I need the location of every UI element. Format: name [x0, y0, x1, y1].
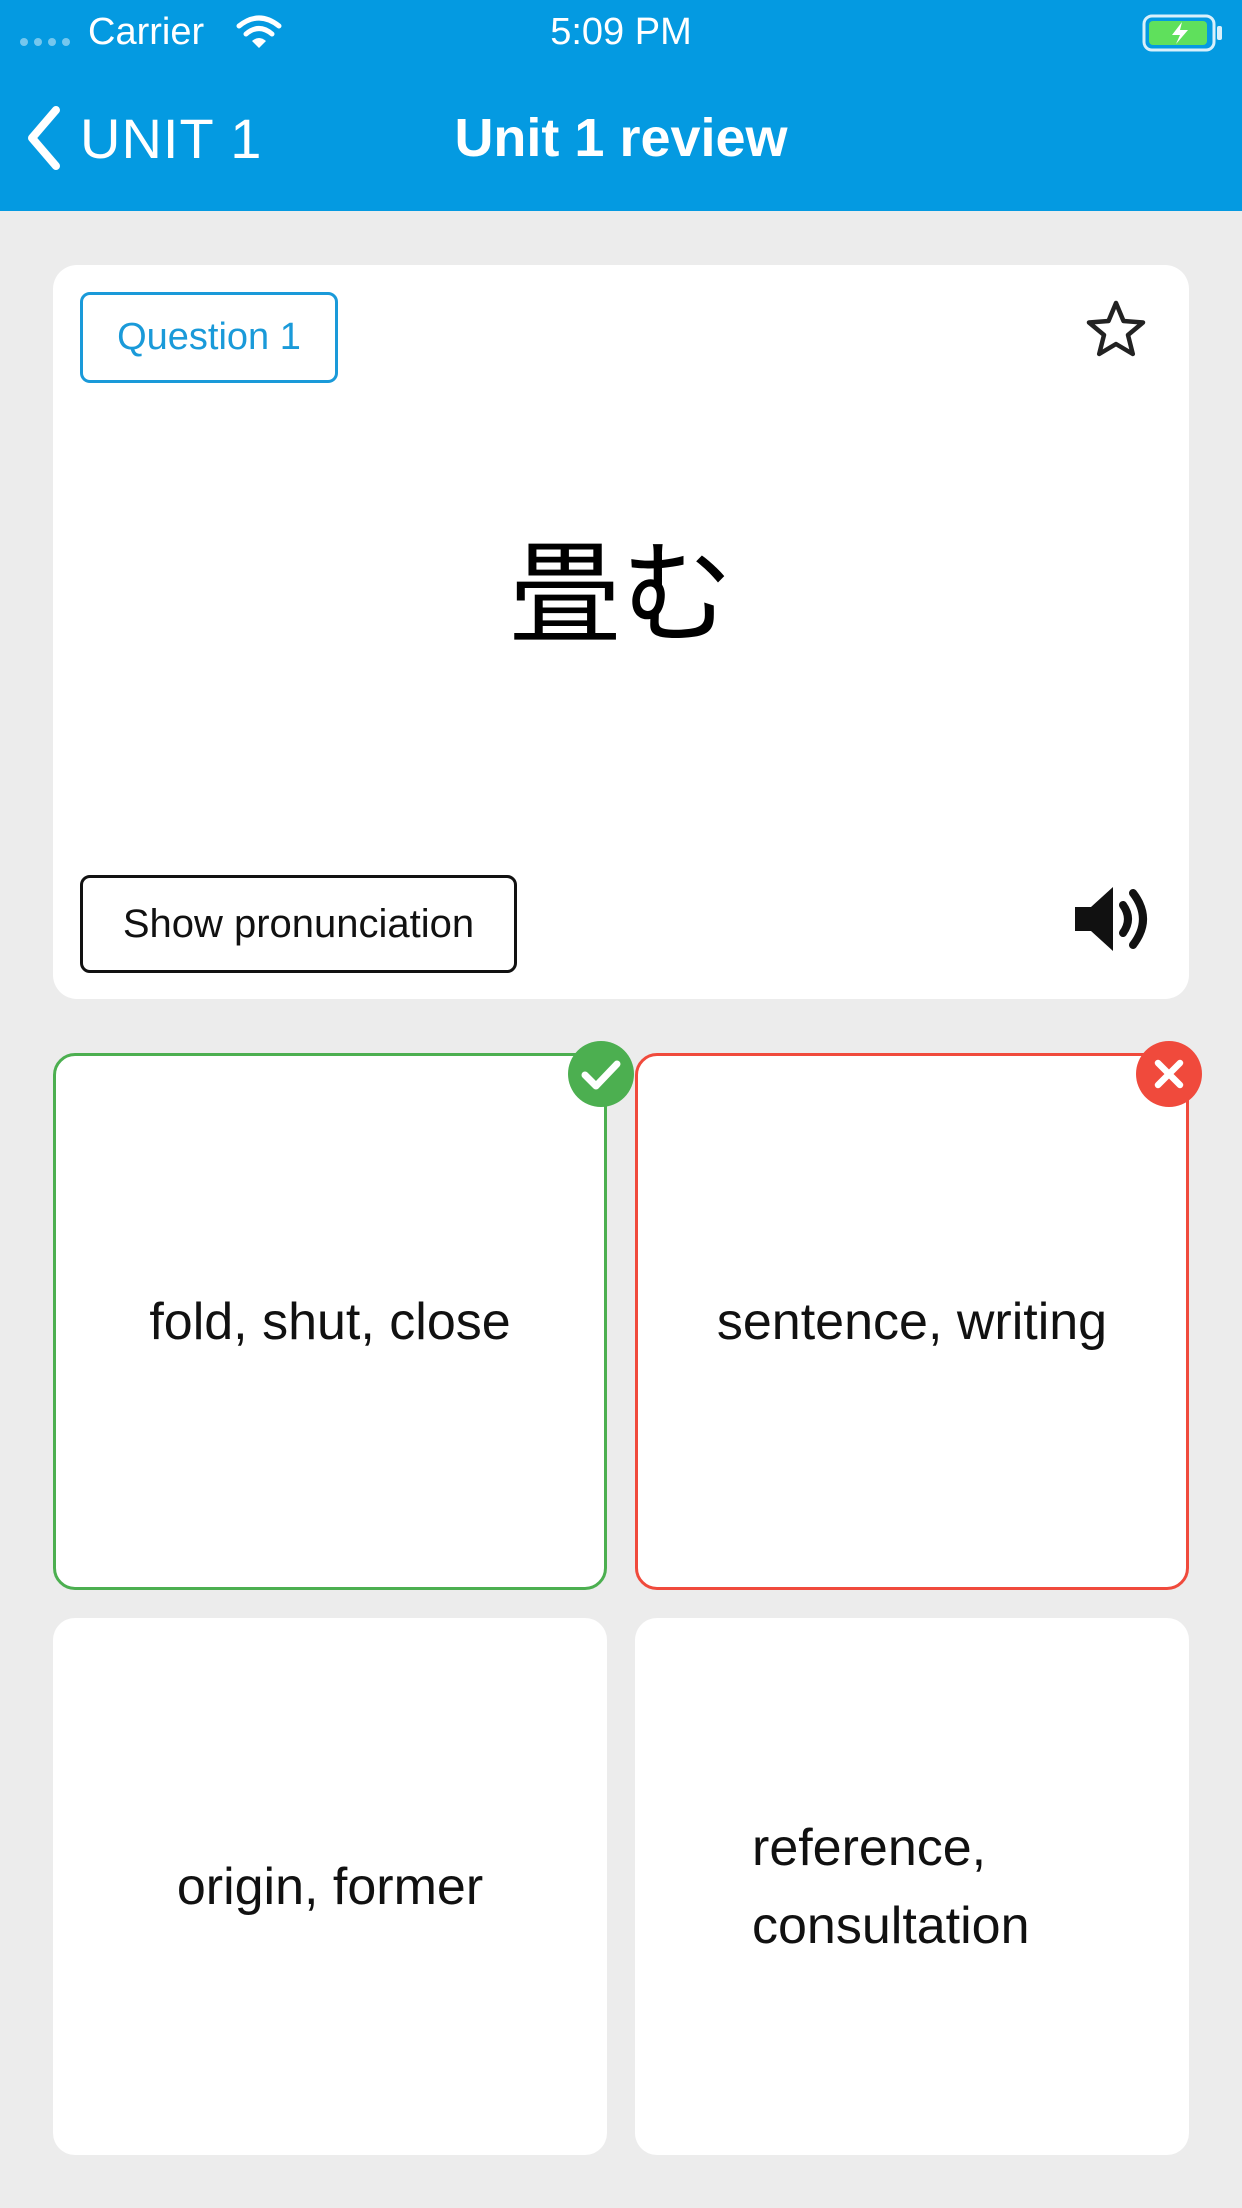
- status-time: 5:09 PM: [550, 11, 692, 53]
- speaker-icon[interactable]: [1071, 879, 1155, 959]
- answer-text: fold, shut, close: [149, 1292, 511, 1351]
- star-outline-icon[interactable]: [1083, 297, 1149, 363]
- answer-option-4[interactable]: reference, consultation: [635, 1618, 1189, 2155]
- question-number-badge: Question 1: [80, 292, 338, 383]
- status-bar: Carrier 5:09 PM: [0, 0, 1242, 66]
- app-header: Carrier 5:09 PM UNIT 1 Unit 1 review: [0, 0, 1242, 211]
- question-card: Question 1 畳む Show pronunciation: [53, 265, 1189, 999]
- battery-charging-icon: [1142, 14, 1222, 52]
- answer-text: sentence, writing: [716, 1292, 1108, 1351]
- answer-option-1[interactable]: fold, shut, close: [53, 1053, 607, 1590]
- page-title: Unit 1 review: [454, 108, 788, 168]
- correct-check-icon: [568, 1041, 634, 1107]
- show-pronunciation-button[interactable]: Show pronunciation: [80, 875, 517, 973]
- wrong-cross-icon: [1136, 1041, 1202, 1107]
- navigation-bar: UNIT 1 Unit 1 review: [0, 66, 1242, 211]
- answer-text: reference, consultation: [752, 1818, 1030, 1955]
- question-prompt: 畳む: [509, 530, 733, 660]
- answer-text: origin, former: [176, 1857, 484, 1916]
- answer-option-2[interactable]: sentence, writing: [635, 1053, 1189, 1590]
- answer-option-3[interactable]: origin, former: [53, 1618, 607, 2155]
